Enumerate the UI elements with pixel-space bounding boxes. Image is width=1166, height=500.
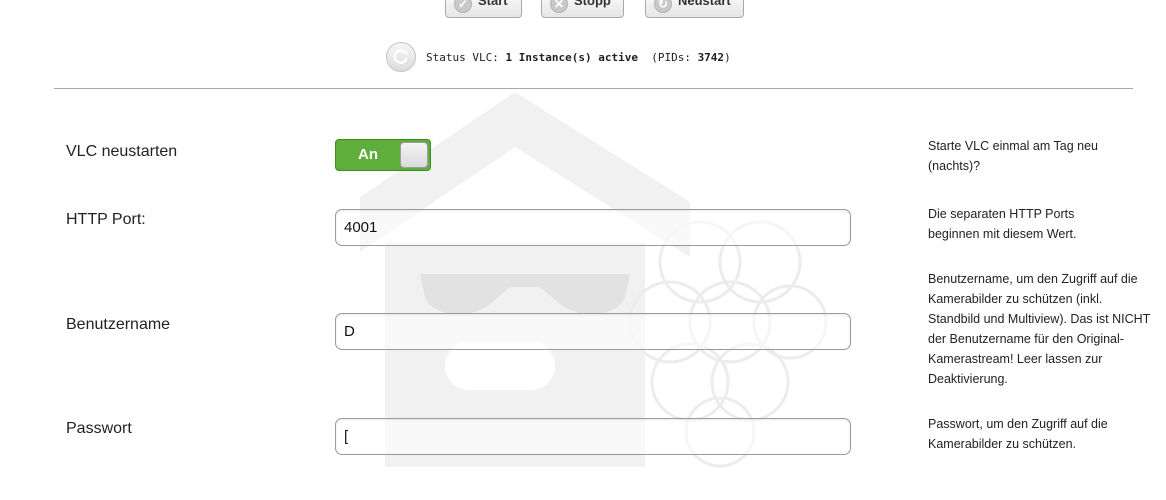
password-label: Passwort — [66, 420, 132, 437]
http-port-label: HTTP Port: — [66, 211, 146, 228]
status-pids-value: 3742 — [697, 50, 725, 64]
vlc-status: Status VLC: 1 Instance(s) active (PIDs: … — [386, 42, 731, 72]
password-help: Passwort, um den Zugriff auf die Kamerab… — [928, 417, 1108, 451]
vlc-restart-help: Starte VLC einmal am Tag neu (nachts)? — [928, 139, 1099, 173]
stop-button-label: Stopp — [574, 0, 611, 8]
toggle-knob[interactable] — [400, 142, 428, 168]
password-input[interactable] — [335, 418, 851, 455]
restart-button-label: Neustart — [678, 0, 731, 8]
restart-button[interactable]: ↻ Neustart — [645, 0, 744, 18]
status-active-text: Instance(s) active — [518, 50, 638, 64]
vlc-restart-toggle[interactable]: An — [335, 139, 431, 171]
start-button[interactable]: ✓ Start — [445, 0, 522, 18]
close-icon: ✕ — [550, 0, 568, 13]
status-pids-suffix: ) — [724, 50, 731, 64]
status-refresh-icon[interactable] — [386, 42, 416, 72]
vlc-restart-label: VLC neustarten — [66, 143, 178, 160]
username-label: Benutzername — [66, 316, 171, 333]
check-icon: ✓ — [454, 0, 472, 13]
username-help: Benutzername, um den Zugriff auf die Kam… — [928, 272, 1151, 386]
toggle-on-text: An — [358, 146, 378, 163]
http-port-input[interactable] — [335, 209, 851, 246]
section-divider — [54, 88, 1133, 89]
stop-button[interactable]: ✕ Stopp — [541, 0, 624, 18]
status-count: 1 — [505, 50, 513, 64]
status-pids-prefix: (PIDs: — [651, 50, 698, 64]
username-input[interactable] — [335, 313, 851, 350]
start-button-label: Start — [478, 0, 508, 8]
status-prefix: Status VLC: — [426, 50, 506, 64]
refresh-icon: ↻ — [654, 0, 672, 13]
http-port-help: Die separaten HTTP Ports beginnen mit di… — [928, 207, 1077, 241]
